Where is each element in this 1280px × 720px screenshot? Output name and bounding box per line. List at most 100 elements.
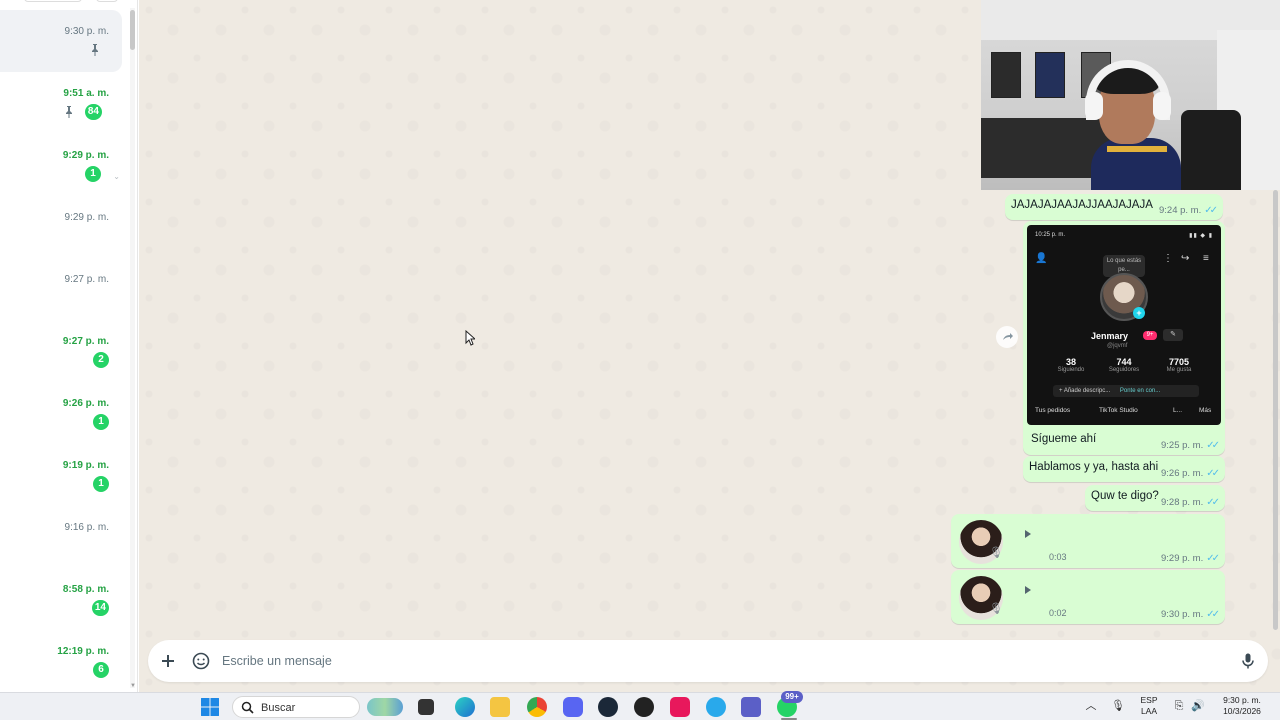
conversation-scrollbar[interactable] [1273,190,1278,630]
search-label: Buscar [261,702,296,714]
stat-followers: 744 Seguidores [1102,357,1146,373]
add-icon: + [1133,307,1145,319]
chat-row[interactable]: 9:19 p. m. 1 [0,444,122,506]
search-highlight-image [367,698,403,716]
message-time: 9:25 p. m. [1160,440,1204,451]
message-bubble[interactable]: Quw te digo? 9:28 p. m. ✓✓ [1085,485,1225,511]
unread-badge: 84 [84,104,102,120]
scroll-down-arrow-icon[interactable]: ▼ [130,683,136,689]
chat-row[interactable]: 9:29 p. m. 1 ⌄ [0,134,122,196]
chat-row[interactable]: 9:29 p. m. [0,196,122,258]
voice-duration: 0:02 [1049,608,1067,618]
search-icon [241,701,254,714]
unread-badge: 1 [93,476,109,492]
message-meta: 9:24 p. m. ✓✓ [1158,205,1218,216]
message-meta: 9:30 p. m. ✓✓ [1161,609,1220,620]
pin-icon [66,106,72,118]
chat-time: 9:51 a. m. [63,88,109,99]
voice-message-bubble[interactable]: 🎙 0:02 9:30 p. m. ✓✓ [951,570,1225,624]
file-explorer-icon[interactable] [490,697,510,717]
attach-plus-icon[interactable] [158,651,178,671]
chat-row[interactable]: 9:27 p. m. [0,258,122,320]
microphone-icon: 🎙 [989,547,1003,559]
chat-time: 9:27 p. m. [64,274,109,285]
taskview-icon[interactable] [418,699,434,715]
taskbar-search[interactable]: Buscar [232,696,403,718]
teams-icon[interactable] [741,697,761,717]
message-text: JAJAJAJAAJAJJAAJAJAJA [1011,199,1153,211]
tiktok-profile-screenshot[interactable]: 10:25 p. m. ▮▮ ◆ ▮ 👤 ⋮ ↪ ≡ Lo que estás … [1027,225,1221,425]
orders-link: Tus pedidos [1035,407,1071,414]
microphone-icon: 🎙 [989,603,1003,615]
chevron-down-icon[interactable]: ⌄ [113,172,120,181]
taskbar-clock[interactable]: 9:30 p. m. 10/3/2026 [1212,695,1272,717]
tray-microphone-icon[interactable]: 🎙 [1111,699,1125,713]
discord-icon[interactable] [563,697,583,717]
message-time: 9:24 p. m. [1158,205,1202,216]
description-row: + Añade descripc... Ponte en con... [1053,385,1199,397]
network-icon[interactable]: ⎘ [1172,699,1186,713]
read-receipt-icon: ✓✓ [1206,468,1220,479]
stat-label: Siguiendo [1057,367,1085,373]
message-input[interactable] [222,652,1222,670]
image-caption: Sígueme ahí [1031,433,1097,445]
chrome-browser-icon[interactable] [527,697,547,717]
profile-name: Jenmary [1091,331,1129,341]
chat-row[interactable]: 9:16 p. m. [0,506,122,568]
play-icon[interactable] [1023,584,1033,596]
chat-time: 9:29 p. m. [64,212,109,223]
filter-chip-small[interactable] [96,0,118,2]
filter-chip[interactable] [24,0,82,2]
chat-row[interactable]: 9:26 p. m. 1 [0,382,122,444]
message-meta: 9:25 p. m. ✓✓ [1160,440,1220,451]
language-indicator[interactable]: ESP LAA [1138,695,1160,717]
read-receipt-icon: ✓✓ [1206,609,1220,620]
stat-label: Seguidores [1108,367,1140,373]
edit-icon: ✎ [1163,329,1183,341]
edge-browser-icon[interactable] [455,697,475,717]
chat-list-scrollbar[interactable] [130,8,135,688]
chat-row[interactable]: 8:58 p. m. 14 [0,568,122,630]
obs-icon[interactable] [634,697,654,717]
webcam-jersey-stripe [1107,146,1167,152]
share-icon: ↪ [1181,253,1190,264]
unread-badge: 6 [93,662,109,678]
clock-date: 10/3/2026 [1223,706,1261,716]
volume-icon[interactable]: 🔊 [1191,699,1205,713]
chat-row[interactable]: 9:51 a. m. 84 [0,72,122,134]
chat-time: 9:27 p. m. [62,336,109,347]
message-time: 9:29 p. m. [1160,553,1204,564]
menu-icon: ≡ [1203,253,1209,264]
mouse-cursor-icon [465,330,475,346]
telegram-icon[interactable] [706,697,726,717]
footprint-icon: ⋮ [1163,253,1173,264]
message-bubble[interactable]: Hablamos y ya, hasta ahi 9:26 p. m. ✓✓ [1023,456,1225,482]
read-receipt-icon: ✓✓ [1204,205,1218,216]
chat-row[interactable]: 12:19 p. m. 6 [0,630,122,692]
message-bubble[interactable]: JAJAJAJAAJAJJAAJAJAJA 9:24 p. m. ✓✓ [1005,194,1223,220]
webcam-chair [1181,110,1241,190]
microphone-icon[interactable] [1238,651,1258,671]
more-link: Más [1199,407,1212,414]
voice-message-bubble[interactable]: 🎙 0:03 9:29 p. m. ✓✓ [951,514,1225,568]
play-icon[interactable] [1023,528,1033,540]
steam-icon[interactable] [598,697,618,717]
windows-start-icon[interactable] [200,697,220,717]
chat-time: 9:29 p. m. [62,150,109,161]
forward-button[interactable] [996,326,1018,348]
windows-taskbar: Buscar 99+ ︿ 🎙 ESP LAA ⎘ 🔊 9:30 p. m. 10… [0,691,1280,720]
chat-list-scroll-thumb[interactable] [130,10,135,50]
language-top: ESP [1140,695,1158,705]
image-message-bubble[interactable]: 10:25 p. m. ▮▮ ◆ ▮ 👤 ⋮ ↪ ≡ Lo que estás … [1023,221,1225,455]
tray-chevron-up-icon[interactable]: ︿ [1084,699,1098,713]
capcut-icon[interactable] [670,697,690,717]
sticker-icon[interactable] [191,651,211,671]
clock-time: 9:30 p. m. [1223,695,1261,705]
unread-badge: 1 [85,166,101,182]
chat-row[interactable]: 9:30 p. m. [0,10,122,72]
chat-time: 9:30 p. m. [64,26,109,37]
webcam-poster [1035,52,1065,98]
read-receipt-icon: ✓✓ [1206,497,1220,508]
stat-number: 744 [1116,357,1132,367]
chat-row[interactable]: 9:27 p. m. 2 [0,320,122,382]
